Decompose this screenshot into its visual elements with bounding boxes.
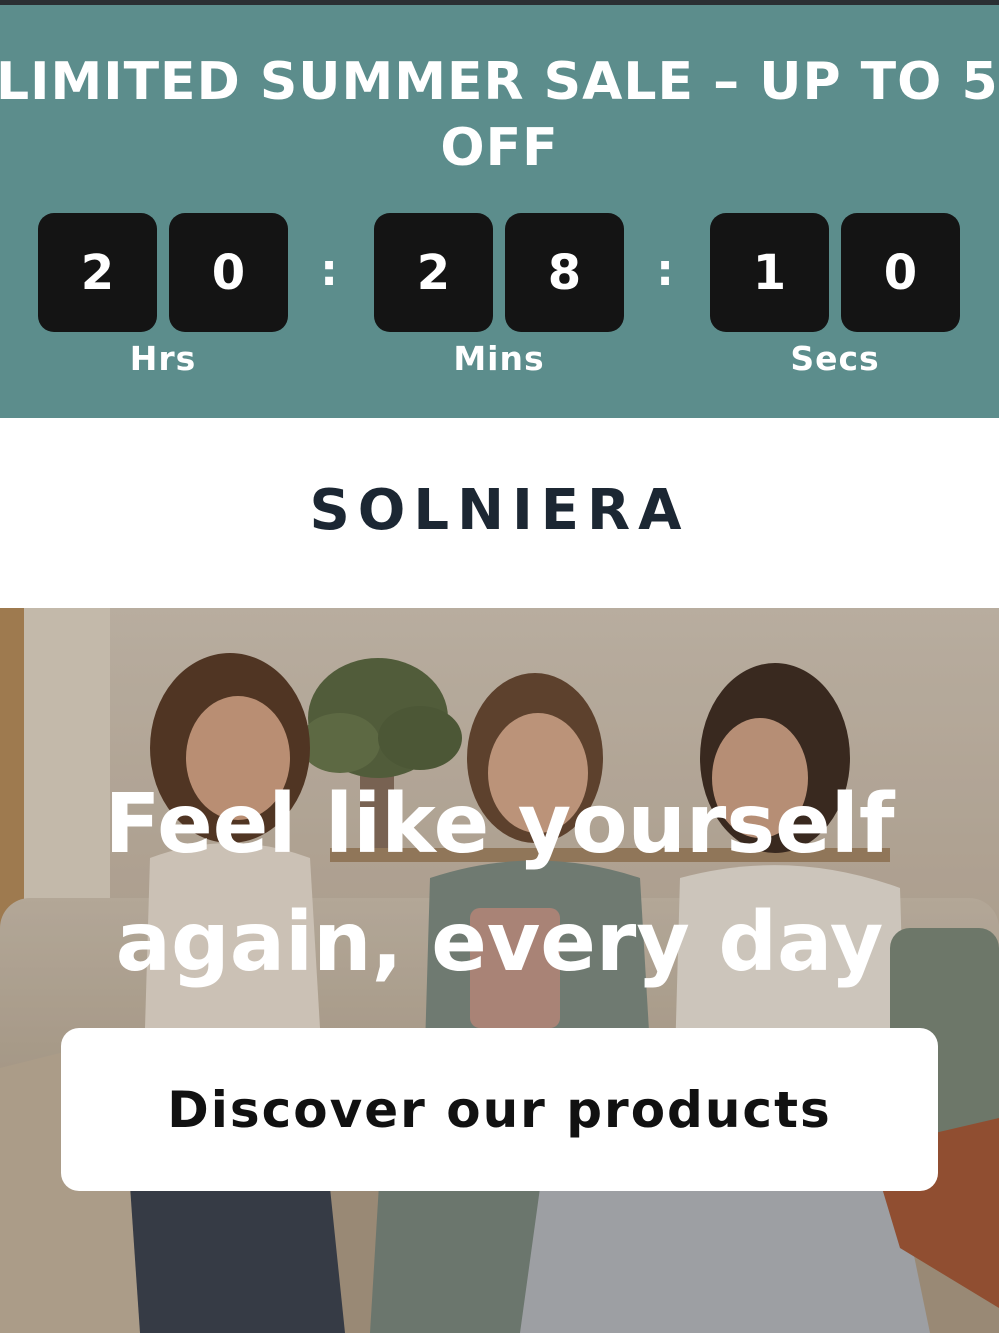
countdown-separator: :	[320, 244, 338, 296]
countdown-minutes-digit-2: 8	[505, 213, 624, 332]
hero-headline: Feel like yourself again, every day	[0, 766, 999, 1002]
brand-header: SOLNIERA	[0, 418, 999, 608]
countdown-seconds-digit-2: 0	[841, 213, 960, 332]
countdown-hours-digit-1: 2	[38, 213, 157, 332]
countdown-seconds-digit-1: 1	[710, 213, 829, 332]
countdown-minutes-label: Mins	[453, 339, 545, 378]
hero-headline-line-2: again, every day	[115, 895, 884, 990]
countdown-hours-digit-2: 0	[169, 213, 288, 332]
discover-products-button[interactable]: Discover our products	[61, 1028, 938, 1191]
promo-title-line-1: LIMITED SUMMER SALE – UP TO 5	[0, 52, 999, 112]
countdown-seconds-label: Secs	[790, 339, 880, 378]
hero-section: Feel like yourself again, every day Disc…	[0, 608, 999, 1333]
promo-title-line-2: OFF	[440, 118, 559, 178]
hero-headline-line-1: Feel like yourself	[104, 777, 895, 872]
promo-banner: LIMITED SUMMER SALE – UP TO 5 OFF 2 0 : …	[0, 5, 999, 418]
promo-title: LIMITED SUMMER SALE – UP TO 5 OFF	[0, 49, 999, 181]
countdown-hours-label: Hrs	[129, 339, 197, 378]
countdown-separator: :	[656, 244, 674, 296]
brand-logo[interactable]: SOLNIERA	[0, 478, 999, 543]
countdown-minutes-digit-1: 2	[374, 213, 493, 332]
